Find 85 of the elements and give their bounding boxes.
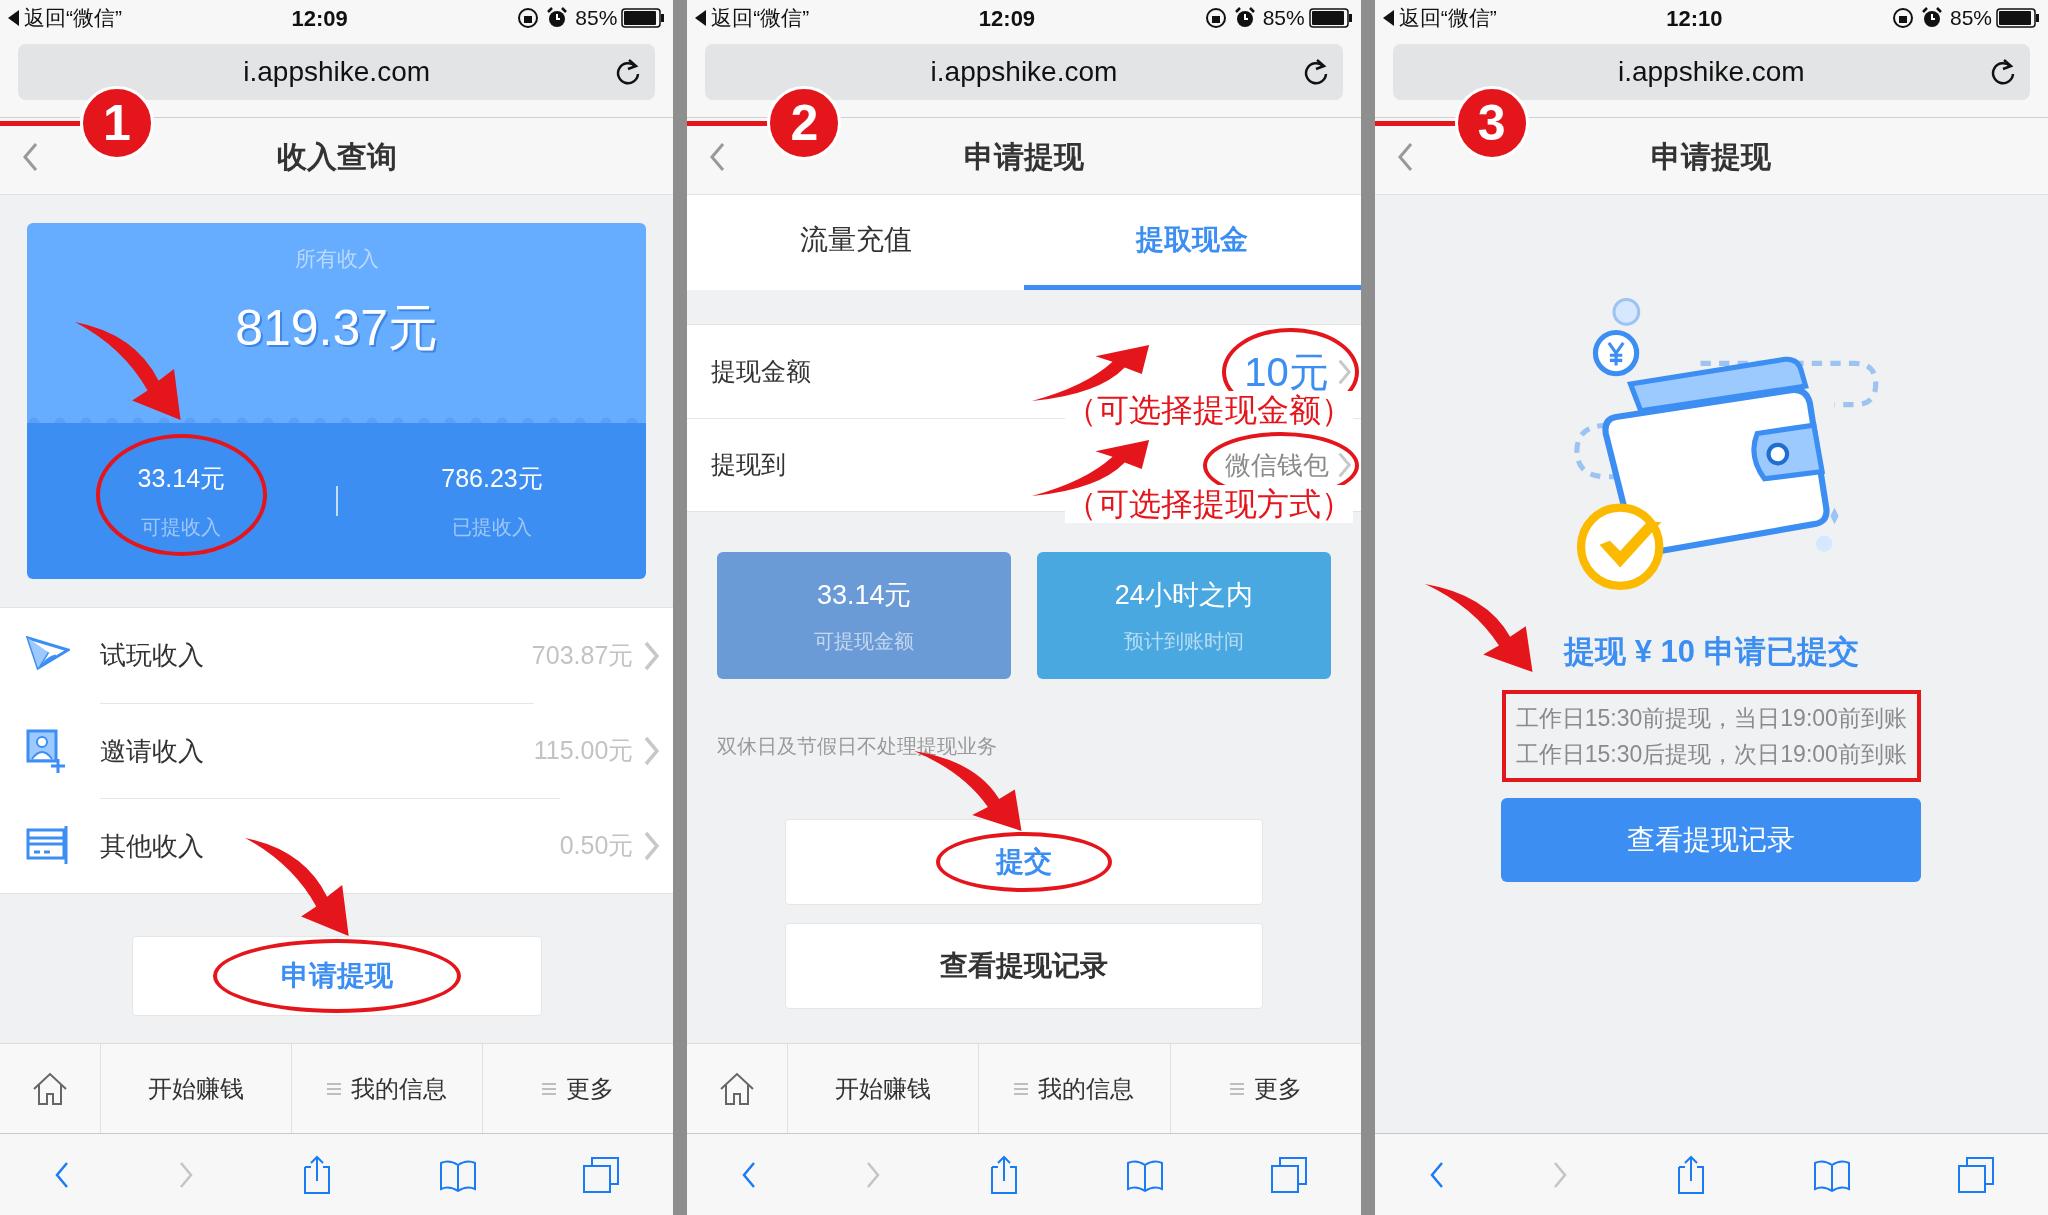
page-title: 收入查询 (275, 138, 398, 175)
address-bar[interactable]: i.appshike.com (705, 44, 1343, 100)
url-text: i.appshike.com (243, 55, 431, 89)
stat-label: 可提收入 (141, 514, 222, 540)
income-row[interactable]: 邀请收入 115.00元 (0, 703, 674, 798)
income-label: 邀请收入 (100, 734, 204, 768)
url-text: i.appshike.com (930, 55, 1118, 89)
income-label: 试玩收入 (100, 639, 204, 672)
stat-value: 33.14元 (137, 463, 226, 495)
income-amount: 703.87元 (531, 639, 634, 671)
annotation-text: （可选择提现方式） (1064, 485, 1353, 523)
arrival-note: 工作日15:30前提现，当日19:00前到账 (1515, 703, 1907, 733)
arrival-note: 工作日15:30后提现，次日19:00前到账 (1515, 739, 1907, 769)
reload-icon[interactable] (1990, 58, 2016, 86)
battery-percentage: 85% (1262, 5, 1305, 32)
form-label: 提现金额 (711, 356, 812, 385)
back-to-app-link[interactable]: 返回“微信” (24, 2, 122, 34)
form-value: 10元 (1244, 348, 1329, 394)
menu-icon (1014, 1082, 1029, 1095)
total-amount: 819.37元 (235, 298, 439, 358)
back-icon[interactable] (709, 142, 726, 172)
income-amount: 115.00元 (533, 734, 634, 766)
rotation-lock-icon (1891, 7, 1914, 29)
tile-value: 33.14元 (816, 579, 912, 613)
back-icon[interactable] (22, 142, 38, 172)
battery-icon (621, 8, 666, 28)
tab-bar-label: 开始赚钱 (148, 1073, 245, 1104)
status-time: 12:09 (291, 4, 348, 33)
alarm-icon (547, 7, 568, 29)
battery-percentage: 85% (1949, 5, 1992, 32)
status-time: 12:10 (1666, 4, 1723, 33)
chevron-icon (1336, 451, 1351, 479)
back-to-app-link[interactable]: 返回“微信” (1398, 2, 1497, 34)
tile-label: 可提现金额 (814, 628, 915, 654)
tabs-icon[interactable] (582, 1155, 621, 1194)
tab-bar-label: 我的信息 (1038, 1073, 1135, 1104)
back-icon[interactable] (1396, 142, 1413, 172)
menu-icon (327, 1082, 342, 1095)
summary-label: 所有收入 (294, 246, 379, 272)
stat-value: 786.23元 (441, 463, 543, 495)
address-bar[interactable]: i.appshike.com (1392, 44, 2030, 100)
menu-icon (542, 1082, 557, 1095)
tile-value: 24小时之内 (1114, 579, 1253, 613)
income-row[interactable]: 试玩收入 703.87元 (0, 608, 674, 703)
chevron-icon (643, 639, 660, 672)
income-label: 其他收入 (100, 829, 204, 863)
address-bar[interactable]: i.appshike.com (18, 44, 656, 100)
back-triangle-icon (695, 10, 708, 26)
reload-icon[interactable] (615, 58, 642, 86)
home-icon (32, 1071, 68, 1106)
annotation-text: （可选择提现金额） (1064, 391, 1353, 429)
home-icon (719, 1071, 756, 1106)
tab-bar-label: 更多 (1253, 1073, 1302, 1104)
back-triangle-icon (1382, 10, 1395, 26)
tabs-icon[interactable] (1957, 1155, 1995, 1194)
battery-percentage: 85% (575, 5, 618, 32)
battery-icon (1308, 8, 1353, 28)
tabs-icon[interactable] (1269, 1155, 1308, 1194)
form-label: 提现到 (711, 450, 787, 479)
alarm-icon (1234, 7, 1255, 29)
rotation-lock-icon (517, 7, 540, 29)
menu-icon (1229, 1082, 1244, 1095)
tab-bar-label: 我的信息 (351, 1073, 448, 1104)
income-amount: 0.50元 (559, 829, 634, 861)
chevron-icon (1336, 357, 1351, 386)
back-triangle-icon (8, 10, 20, 26)
form-value: 微信钱包 (1224, 448, 1329, 482)
battery-icon (1996, 8, 2040, 28)
back-to-app-link[interactable]: 返回“微信” (711, 2, 810, 34)
tile-label: 预计到账时间 (1123, 628, 1244, 654)
notice-text: 双休日及节假日不处理提现业务 (717, 734, 999, 759)
view-records-button[interactable]: 查看提现记录 (785, 923, 1263, 1009)
status-time: 12:09 (978, 4, 1036, 33)
url-text: i.appshike.com (1617, 55, 1805, 89)
tab-bar-label: 更多 (566, 1073, 615, 1104)
page-title: 申请提现 (1650, 138, 1773, 175)
rotation-lock-icon (1204, 7, 1227, 29)
tab-bar-label: 开始赚钱 (835, 1073, 932, 1104)
alarm-icon (1921, 7, 1942, 29)
chevron-icon (643, 734, 660, 767)
page-title: 申请提现 (963, 138, 1085, 175)
reload-icon[interactable] (1302, 58, 1329, 86)
chevron-icon (643, 829, 660, 862)
result-title: 提现 ¥ 10 申请已提交 (1564, 633, 1859, 671)
stat-label: 已提收入 (452, 514, 532, 540)
